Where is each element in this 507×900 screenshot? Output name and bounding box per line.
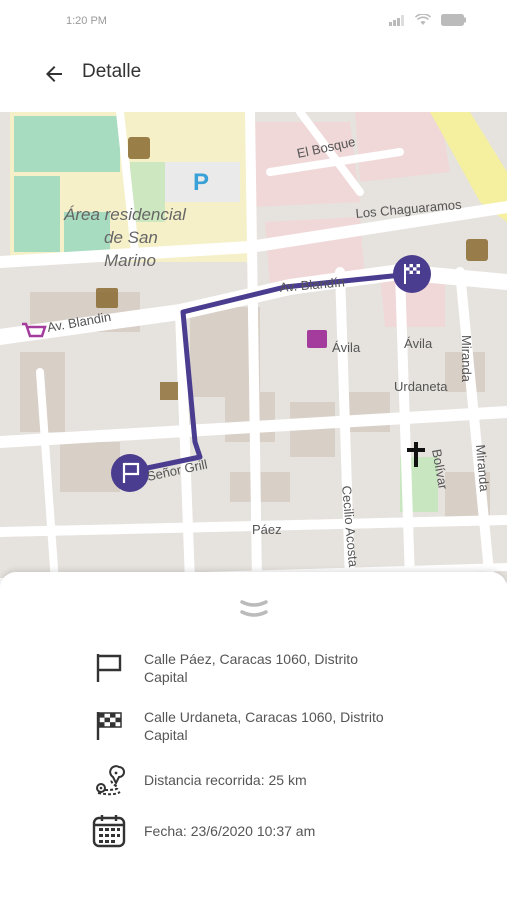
chevron-down-icon (240, 600, 268, 617)
cinema-icon (96, 288, 118, 308)
app-bar: Detalle (0, 44, 507, 112)
flag-icon (96, 654, 122, 682)
signal-icon (389, 14, 404, 26)
map-label-paez: Páez (252, 522, 282, 537)
checkered-flag-icon (96, 712, 122, 740)
map-canvas[interactable]: P Área residencial de San Marino El Bosq… (0, 112, 507, 582)
route-icon (96, 765, 125, 796)
map-label-avila-2: Ávila (404, 336, 433, 351)
page-title: Detalle (82, 61, 142, 82)
map-label-area-3: Marino (104, 251, 156, 270)
date-text: Fecha: 23/6/2020 10:37 am (144, 823, 316, 839)
status-icons (389, 14, 467, 26)
distance-text: Distancia recorrida: 25 km (144, 772, 307, 788)
parking-icon: P (193, 169, 209, 196)
map-label-miranda-1: Miranda (459, 335, 474, 383)
theatre-icon (466, 239, 488, 261)
end-marker[interactable] (393, 255, 431, 293)
detail-sheet: Calle Páez, Caracas 1060, Distrito Capit… (0, 572, 507, 900)
origin-address: Calle Páez, Caracas 1060, Distrito Capit… (144, 651, 358, 685)
theatre-icon (128, 137, 150, 159)
back-button[interactable] (38, 58, 70, 90)
wifi-icon (415, 14, 431, 25)
map-label-urdaneta: Urdaneta (394, 379, 448, 394)
svg-text:P: P (193, 169, 209, 196)
shopping-bag-icon (307, 330, 327, 348)
map-label-area-1: Área residencial (63, 205, 187, 224)
police-icon (160, 382, 178, 400)
start-marker[interactable] (111, 454, 149, 492)
arrow-left-icon (46, 66, 62, 82)
map-label-avila-1: Ávila (332, 340, 361, 355)
route-map[interactable]: P Área residencial de San Marino El Bosq… (0, 112, 507, 582)
battery-icon (441, 14, 466, 26)
status-bar: 1:20 PM (0, 0, 507, 44)
map-label-area-2: de San (104, 228, 158, 247)
sheet-handle[interactable] (238, 596, 270, 622)
status-time: 1:20 PM (66, 15, 107, 27)
calendar-icon (92, 815, 126, 848)
destination-address: Calle Urdaneta, Caracas 1060, Distrito C… (144, 709, 384, 743)
